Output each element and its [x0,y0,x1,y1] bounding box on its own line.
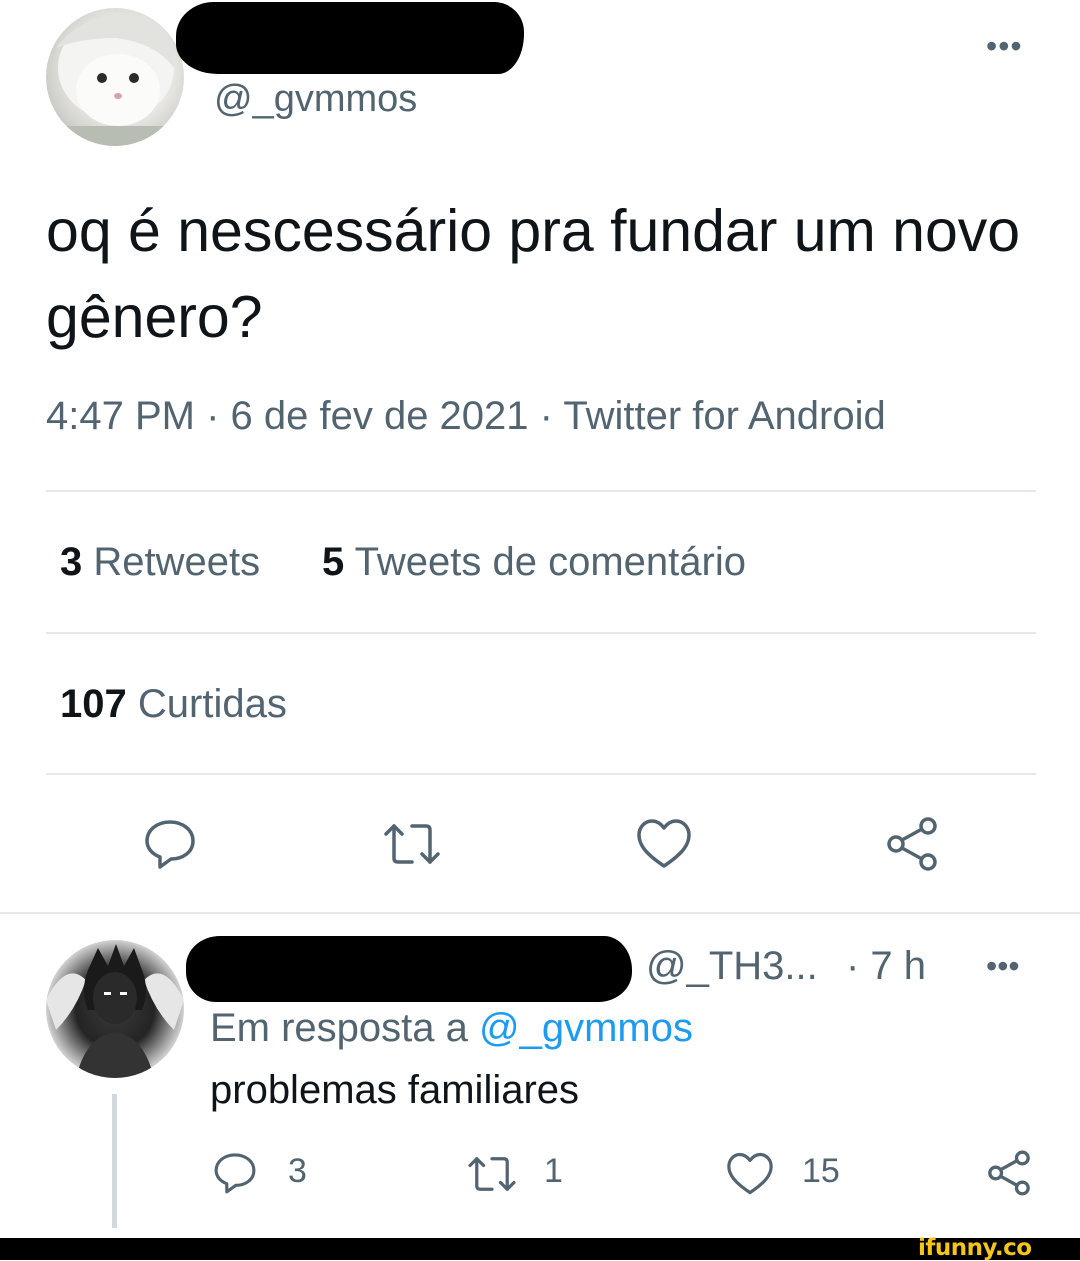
share-icon[interactable] [882,814,942,874]
heart-icon[interactable] [636,818,692,870]
retweets-stat[interactable]: 3 Retweets [60,540,260,585]
reply-timestamp[interactable]: · 7 h [846,944,926,989]
reply-to-link[interactable]: @_gvmmos [479,1006,693,1050]
quotes-stat[interactable]: 5 Tweets de comentário [322,540,746,585]
divider [46,632,1036,634]
reply-heart-icon[interactable] [726,1152,774,1196]
reply-author-avatar[interactable] [46,940,184,1078]
reply-text: problemas familiares [210,1068,580,1112]
reply-comment-icon[interactable] [212,1150,258,1196]
reply-comment-count: 3 [288,1152,307,1190]
likes-count: 107 [60,682,127,726]
retweets-label: Retweets [93,540,261,584]
tweet-text: oq é nescessário pra fundar um novo gêne… [46,198,1021,350]
author-avatar[interactable] [46,8,184,146]
reply-context: Em resposta a @_gvmmos [210,1006,693,1051]
likes-stat[interactable]: 107 Curtidas [60,682,287,727]
reply-retweet-count: 1 [544,1152,563,1190]
comment-icon[interactable] [142,816,198,872]
tweet-timestamp[interactable]: 4:47 PM · 6 de fev de 2021 · Twitter for… [46,394,886,439]
redacted-display-name [176,2,524,74]
more-options-icon[interactable]: ••• [986,28,1023,65]
reply-like-count: 15 [802,1152,840,1190]
quotes-count: 5 [322,540,345,584]
divider [46,490,1036,492]
ifunny-watermark: ifunny.co [918,1235,1032,1261]
reply-prefix: Em resposta a [210,1006,480,1050]
thread-line [112,1094,117,1228]
reply-author-handle[interactable]: @_TH3... [646,944,818,989]
likes-label: Curtidas [137,682,287,726]
divider [0,912,1080,914]
reply-more-options-icon[interactable]: ••• [986,948,1020,985]
retweets-count: 3 [60,540,83,584]
divider [46,773,1036,775]
author-handle[interactable]: @_gvmmos [214,78,417,121]
reply-retweet-icon[interactable] [466,1152,518,1196]
reply-share-icon[interactable] [984,1148,1034,1198]
redacted-reply-display-name [186,936,632,1002]
quotes-label: Tweets de comentário [354,540,746,584]
retweet-icon[interactable] [382,818,442,870]
